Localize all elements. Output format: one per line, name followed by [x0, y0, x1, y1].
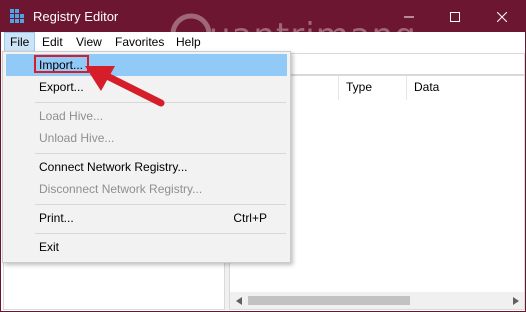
menu-item-label: Connect Network Registry... — [39, 160, 188, 174]
close-button[interactable] — [479, 1, 525, 32]
menu-item-label: Disconnect Network Registry... — [39, 182, 203, 196]
scrollbar-thumb[interactable] — [248, 296, 410, 305]
menu-favorites[interactable]: Favorites — [110, 32, 169, 52]
menu-help[interactable]: Help — [171, 32, 206, 52]
chevron-right-icon — [512, 296, 519, 305]
menu-separator — [35, 233, 286, 234]
menu-item-label: Export... — [39, 80, 84, 94]
maximize-icon — [450, 11, 460, 22]
column-divider[interactable] — [406, 76, 407, 100]
menu-item-exit[interactable]: Exit — [6, 236, 287, 258]
menu-separator — [35, 204, 286, 205]
menu-item-print[interactable]: Print... Ctrl+P — [6, 207, 287, 229]
maximize-button[interactable] — [432, 1, 478, 32]
title-bar[interactable]: Registry Editor uantrimang — [1, 1, 525, 56]
minimize-button[interactable] — [386, 1, 432, 32]
scroll-left-button[interactable] — [230, 292, 247, 309]
registry-editor-app-icon — [10, 9, 24, 23]
menu-item-label: Exit — [39, 240, 60, 254]
menu-edit[interactable]: Edit — [37, 32, 68, 52]
column-divider[interactable] — [338, 76, 339, 100]
column-header-type[interactable]: Type — [346, 80, 372, 94]
menu-item-shortcut: Ctrl+P — [233, 211, 267, 225]
menu-file[interactable]: File — [4, 32, 36, 52]
window-title: Registry Editor — [33, 9, 119, 24]
menu-item-label: Unload Hive... — [39, 131, 115, 145]
column-header-data[interactable]: Data — [414, 80, 439, 94]
annotation-arrow-icon — [85, 66, 165, 107]
horizontal-scrollbar[interactable] — [230, 292, 524, 309]
menu-item-unload-hive[interactable]: Unload Hive... — [6, 127, 287, 149]
menu-item-connect-network-registry[interactable]: Connect Network Registry... — [6, 156, 287, 178]
scroll-right-button[interactable] — [507, 292, 524, 309]
menu-view[interactable]: View — [71, 32, 107, 52]
menu-bar: File Edit View Favorites Help — [1, 32, 525, 52]
registry-editor-window: Registry Editor uantrimang File Edit Vie… — [0, 0, 526, 312]
menu-item-disconnect-network-registry[interactable]: Disconnect Network Registry... — [6, 178, 287, 200]
menu-item-label: Print... — [39, 211, 74, 225]
chevron-left-icon — [235, 296, 242, 305]
menu-separator — [35, 153, 286, 154]
minimize-icon — [404, 16, 414, 17]
close-icon — [497, 11, 507, 22]
